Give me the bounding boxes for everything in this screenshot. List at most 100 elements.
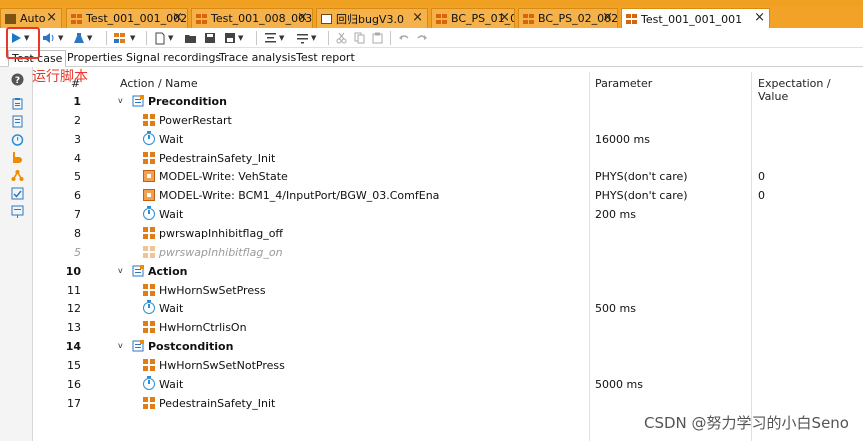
step-name[interactable]: PowerRestart bbox=[159, 114, 232, 127]
align-dropdown-icon[interactable]: ▼ bbox=[279, 34, 284, 42]
step-group-row[interactable]: 10 v Action bbox=[33, 262, 863, 281]
document-tab[interactable]: 回归bugV3.0 × bbox=[316, 8, 428, 28]
open-folder-button[interactable] bbox=[184, 30, 197, 46]
copy-button[interactable] bbox=[354, 30, 365, 46]
speaker-button[interactable]: ▼ bbox=[42, 30, 63, 46]
step-name[interactable]: Wait bbox=[159, 302, 183, 315]
document-tab[interactable]: BC_PS_02_002 × bbox=[518, 8, 618, 28]
step-row[interactable]: 15 HwHornSwSetNotPress bbox=[33, 356, 863, 375]
close-icon[interactable]: × bbox=[297, 11, 308, 25]
doc-icon bbox=[321, 13, 332, 24]
save-as-button[interactable]: ▼ bbox=[224, 30, 243, 46]
document-tab[interactable]: BC_PS_01_001× bbox=[431, 8, 515, 28]
step-parameter[interactable]: 500 ms bbox=[595, 302, 636, 315]
stopwatch-icon[interactable] bbox=[11, 133, 24, 146]
step-name[interactable]: MODEL-Write: BCM1_4/InputPort/BGW_03.Com… bbox=[159, 189, 439, 202]
subtab-signal-recordings[interactable]: Signal recordings bbox=[123, 50, 224, 67]
step-row[interactable]: 2 PowerRestart bbox=[33, 111, 863, 130]
network-icon[interactable] bbox=[11, 169, 24, 182]
step-name[interactable]: Wait bbox=[159, 133, 183, 146]
step-row[interactable]: 5 pwrswapInhibitflag_on bbox=[33, 243, 863, 262]
row-number: 17 bbox=[67, 396, 81, 410]
paste-icon bbox=[372, 32, 383, 44]
undo-button[interactable] bbox=[398, 30, 410, 46]
cut-button[interactable] bbox=[336, 30, 347, 46]
close-icon[interactable]: × bbox=[46, 11, 57, 25]
checklist-icon[interactable] bbox=[11, 115, 24, 128]
new-file-button[interactable]: ▼ bbox=[154, 30, 173, 46]
paste-button[interactable] bbox=[372, 30, 383, 46]
add-step-dropdown-icon[interactable]: ▼ bbox=[130, 34, 135, 42]
step-parameter[interactable]: PHYS(don't care) bbox=[595, 189, 688, 202]
close-icon[interactable]: × bbox=[172, 11, 183, 25]
step-parameter[interactable]: 16000 ms bbox=[595, 133, 650, 146]
align-button[interactable]: ▼ bbox=[264, 30, 284, 46]
step-row[interactable]: 17 PedestrainSafety_Init bbox=[33, 394, 863, 413]
subtab-test-report[interactable]: Test report bbox=[293, 50, 358, 67]
step-row[interactable]: 11 HwHornSwSetPress bbox=[33, 281, 863, 300]
action-icon bbox=[132, 264, 144, 277]
step-row[interactable]: 12 Wait 500 ms bbox=[33, 299, 863, 318]
record-dropdown-icon[interactable]: ▼ bbox=[87, 34, 92, 42]
indent-dropdown-icon[interactable]: ▼ bbox=[311, 34, 316, 42]
close-icon[interactable]: × bbox=[602, 11, 613, 25]
step-name[interactable]: Precondition bbox=[148, 95, 227, 108]
save-as-dropdown-icon[interactable]: ▼ bbox=[238, 34, 243, 42]
step-name[interactable]: pwrswapInhibitflag_on bbox=[159, 246, 283, 259]
close-icon[interactable]: × bbox=[754, 11, 765, 25]
step-group-row[interactable]: 14 v Postcondition bbox=[33, 337, 863, 356]
document-tab-bar: Auto × Test_001_001_002 × Test_001_008_003 × 回… bbox=[0, 6, 863, 29]
step-name[interactable]: HwHornCtrlisOn bbox=[159, 321, 247, 334]
speaker-dropdown-icon[interactable]: ▼ bbox=[58, 34, 63, 42]
new-file-dropdown-icon[interactable]: ▼ bbox=[168, 34, 173, 42]
step-row[interactable]: 6 MODEL-Write: BCM1_4/InputPort/BGW_03.Co… bbox=[33, 186, 863, 205]
step-row[interactable]: 5 MODEL-Write: VehState PHYS(don't care) 0 bbox=[33, 167, 863, 186]
subtab-properties[interactable]: Properties bbox=[64, 50, 126, 67]
grid-icon bbox=[71, 13, 82, 24]
step-name[interactable]: HwHornSwSetPress bbox=[159, 284, 266, 297]
function-icon bbox=[143, 283, 155, 296]
document-tab[interactable]: Test_001_001_002 × bbox=[66, 8, 188, 28]
close-icon[interactable]: × bbox=[499, 11, 510, 25]
step-parameter[interactable]: 200 ms bbox=[595, 208, 636, 221]
report-icon[interactable] bbox=[11, 205, 24, 218]
step-name[interactable]: pwrswapInhibitflag_off bbox=[159, 227, 283, 240]
document-tab[interactable]: Test_001_001_001 × bbox=[621, 8, 770, 29]
verify-icon[interactable] bbox=[11, 187, 24, 200]
add-step-button[interactable]: ▼ bbox=[114, 30, 135, 46]
indent-button[interactable]: ▼ bbox=[296, 30, 316, 46]
chevron-down-icon[interactable]: v bbox=[118, 266, 123, 275]
document-tab[interactable]: Test_001_008_003 × bbox=[191, 8, 313, 28]
step-expectation[interactable]: 0 bbox=[758, 170, 765, 183]
close-icon[interactable]: × bbox=[412, 11, 423, 25]
step-name[interactable]: Wait bbox=[159, 378, 183, 391]
save-button[interactable] bbox=[204, 30, 216, 46]
step-name[interactable]: Wait bbox=[159, 208, 183, 221]
help-icon[interactable]: ? bbox=[11, 73, 24, 86]
chevron-down-icon[interactable]: v bbox=[118, 96, 123, 105]
step-expectation[interactable]: 0 bbox=[758, 189, 765, 202]
step-name[interactable]: MODEL-Write: VehState bbox=[159, 170, 288, 183]
step-parameter[interactable]: PHYS(don't care) bbox=[595, 170, 688, 183]
subtab-trace-analysis[interactable]: Trace analysis bbox=[216, 50, 299, 67]
step-row[interactable]: 13 HwHornCtrlisOn bbox=[33, 318, 863, 337]
step-row[interactable]: 7 Wait 200 ms bbox=[33, 205, 863, 224]
document-tab[interactable]: Auto × bbox=[0, 8, 62, 28]
step-name[interactable]: PedestrainSafety_Init bbox=[159, 152, 275, 165]
step-row[interactable]: 16 Wait 5000 ms bbox=[33, 375, 863, 394]
step-row[interactable]: 4 PedestrainSafety_Init bbox=[33, 149, 863, 168]
chevron-down-icon[interactable]: v bbox=[118, 341, 123, 350]
step-name[interactable]: PedestrainSafety_Init bbox=[159, 397, 275, 410]
step-name[interactable]: Action bbox=[148, 265, 187, 278]
step-row[interactable]: 3 Wait 16000 ms bbox=[33, 130, 863, 149]
step-name[interactable]: HwHornSwSetNotPress bbox=[159, 359, 285, 372]
step-name[interactable]: Postcondition bbox=[148, 340, 233, 353]
step-parameter[interactable]: 5000 ms bbox=[595, 378, 643, 391]
step-row[interactable]: 8 pwrswapInhibitflag_off bbox=[33, 224, 863, 243]
b-icon[interactable] bbox=[11, 151, 24, 164]
clipboard-icon[interactable] bbox=[11, 97, 24, 110]
redo-button[interactable] bbox=[416, 30, 428, 46]
step-group-row[interactable]: 1 v Precondition bbox=[33, 92, 863, 111]
wait-icon bbox=[143, 206, 155, 221]
record-button[interactable]: ▼ bbox=[73, 30, 92, 46]
